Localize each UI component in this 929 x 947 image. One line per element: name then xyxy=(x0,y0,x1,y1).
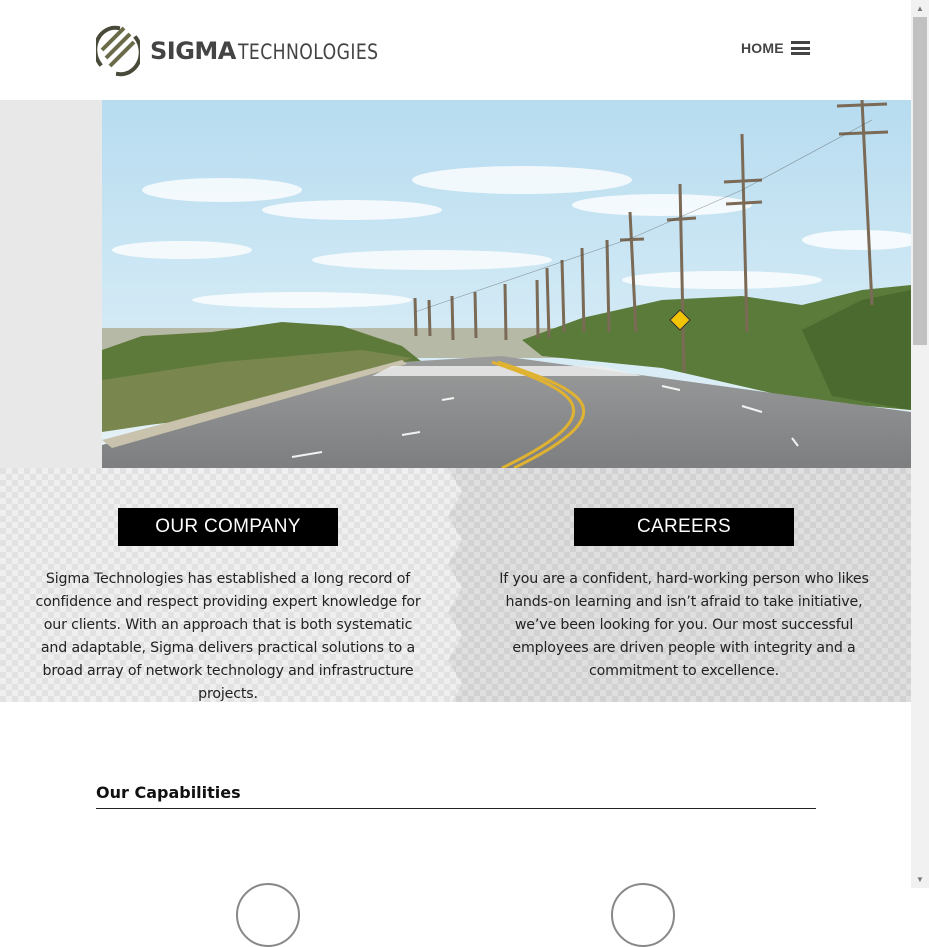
capability-icon-right[interactable] xyxy=(611,883,675,947)
page-scrollbar[interactable]: ▲ ▼ xyxy=(911,0,929,888)
careers-description: If you are a confident, hard-working per… xyxy=(499,571,869,679)
home-menu-label: HOME xyxy=(741,40,784,56)
logo-wordmark-secondary: TECHNOLOGIES xyxy=(237,40,379,64)
careers-button[interactable]: CAREERS xyxy=(574,508,794,546)
hero-banner xyxy=(0,100,911,468)
our-company-section: OUR COMPANY Sigma Technologies has estab… xyxy=(33,508,423,706)
our-company-button[interactable]: OUR COMPANY xyxy=(118,508,338,546)
scroll-up-arrow-icon[interactable]: ▲ xyxy=(911,0,929,17)
scrollbar-thumb[interactable] xyxy=(913,17,927,345)
sigma-logo-icon xyxy=(96,24,140,78)
capabilities-heading: Our Capabilities xyxy=(96,783,816,809)
logo-wordmark-primary: SIGMA xyxy=(150,37,236,65)
scroll-down-arrow-icon[interactable]: ▼ xyxy=(911,871,929,888)
capability-icon-left[interactable] xyxy=(236,883,300,947)
hero-road-photo xyxy=(102,100,911,468)
our-company-description: Sigma Technologies has established a lon… xyxy=(35,571,421,702)
promo-band: OUR COMPANY Sigma Technologies has estab… xyxy=(0,468,911,702)
site-logo[interactable]: SIGMA TECHNOLOGIES xyxy=(96,24,409,78)
hamburger-menu-icon xyxy=(790,41,810,55)
careers-section: CAREERS If you are a confident, hard-wor… xyxy=(489,508,879,683)
site-header: SIGMA TECHNOLOGIES HOME xyxy=(0,0,911,100)
capabilities-section: Our Capabilities xyxy=(96,783,816,947)
home-menu-button[interactable]: HOME xyxy=(741,40,810,56)
